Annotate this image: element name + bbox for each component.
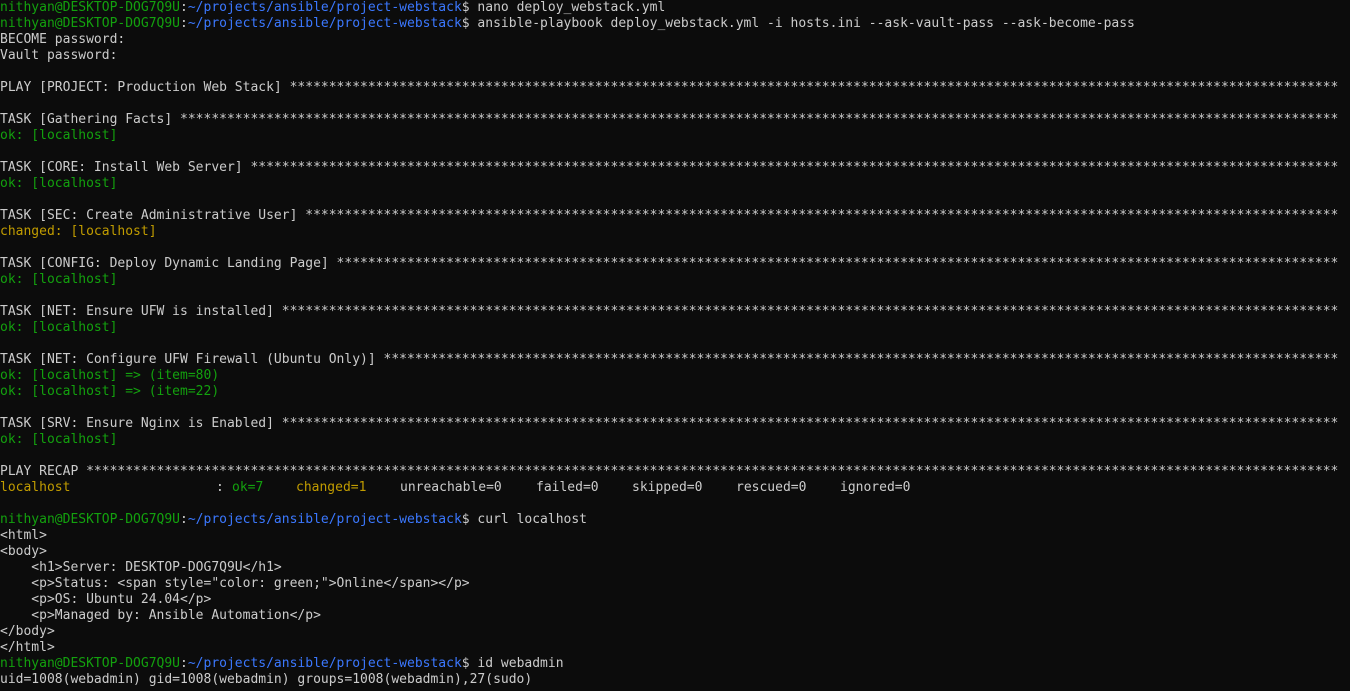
recap-colon: : [216,480,224,495]
command-text: ansible-playbook deploy_webstack.yml -i … [469,16,1135,31]
separator-stars: ****************************************… [281,416,1339,431]
curl-output-line: </body> [0,624,55,639]
task-header: TASK [CONFIG: Deploy Dynamic Landing Pag… [0,256,1350,272]
task-header-text: TASK [NET: Configure UFW Firewall (Ubunt… [0,352,384,367]
task-header-text: TASK [Gathering Facts] [0,112,181,127]
id-output: uid=1008(webadmin) gid=1008(webadmin) gr… [0,672,533,687]
prompt-path: ~/projects/ansible/project-webstack [187,0,462,15]
play-header: PLAY [PROJECT: Production Web Stack] ***… [0,80,1350,96]
separator-stars: ****************************************… [289,80,1339,95]
task-header: TASK [SEC: Create Administrative User] *… [0,208,1350,224]
separator-stars: ****************************************… [336,256,1339,271]
recap-header-text: PLAY RECAP [0,464,87,479]
prompt-symbol: $ [461,512,470,527]
curl-output-line: </html> [0,640,55,655]
prompt-line-nano: nithyan@DESKTOP-DOG7Q9U:~/projects/ansib… [0,0,1350,16]
task-header-text: TASK [CONFIG: Deploy Dynamic Landing Pag… [0,256,337,271]
task-result: ok: [localhost] [0,128,118,143]
command-text: nano deploy_webstack.yml [469,0,666,15]
task-header-text: TASK [SEC: Create Administrative User] [0,208,306,223]
prompt-path: ~/projects/ansible/project-webstack [187,512,462,527]
task-result: ok: [localhost] [0,272,118,287]
command-text: curl localhost [469,512,588,527]
prompt-symbol: $ [461,16,470,31]
task-header: TASK [NET: Configure UFW Firewall (Ubunt… [0,352,1350,368]
prompt-user-host: nithyan@DESKTOP-DOG7Q9U [0,656,181,671]
curl-output-line: <p>OS: Ubuntu 24.04</p> [0,592,212,607]
task-result: ok: [localhost] [0,432,118,447]
recap-changed: changed=1 [296,480,367,495]
recap-unreachable: unreachable=0 [400,480,502,495]
task-header: TASK [CORE: Install Web Server] ********… [0,160,1350,176]
become-password-prompt: BECOME password: [0,32,126,47]
curl-output-line: <body> [0,544,47,559]
task-header-text: TASK [NET: Ensure UFW is installed] [0,304,282,319]
task-list: TASK [Gathering Facts] *****************… [0,112,1350,464]
task-result: ok: [localhost] => (item=80) [0,368,220,383]
prompt-line-curl: nithyan@DESKTOP-DOG7Q9U:~/projects/ansib… [0,512,1350,528]
recap-row: localhost : ok=7 changed=1 unreachable=0… [0,480,1350,496]
curl-output: <html> <body> <h1>Server: DESKTOP-DOG7Q9U… [0,528,1350,656]
prompt-colon: : [180,512,188,527]
curl-output-line: <p>Managed by: Ansible Automation</p> [0,608,321,623]
task-result: ok: [localhost] [0,176,118,191]
command-text: id webadmin [469,656,564,671]
terminal-window[interactable]: nithyan@DESKTOP-DOG7Q9U:~/projects/ansib… [0,0,1350,691]
task-result: changed: [localhost] [0,224,157,239]
prompt-colon: : [180,16,188,31]
recap-host: localhost [0,480,71,495]
task-header: TASK [NET: Ensure UFW is installed] ****… [0,304,1350,320]
prompt-path: ~/projects/ansible/project-webstack [187,656,462,671]
recap-header: PLAY RECAP *****************************… [0,464,1350,480]
play-header-text: PLAY [PROJECT: Production Web Stack] [0,80,290,95]
task-header: TASK [SRV: Ensure Nginx is Enabled] ****… [0,416,1350,432]
recap-skipped: skipped=0 [632,480,703,495]
separator-stars: ****************************************… [305,208,1339,223]
prompt-symbol: $ [461,656,470,671]
task-header-text: TASK [CORE: Install Web Server] [0,160,251,175]
prompt-colon: : [180,0,188,15]
separator-stars: ****************************************… [250,160,1339,175]
recap-rescued: rescued=0 [736,480,807,495]
recap-ignored: ignored=0 [840,480,911,495]
curl-output-line: <html> [0,528,47,543]
vault-password-prompt: Vault password: [0,48,118,63]
task-header: TASK [Gathering Facts] *****************… [0,112,1350,128]
prompt-line-id: nithyan@DESKTOP-DOG7Q9U:~/projects/ansib… [0,656,1350,672]
recap-ok: ok=7 [232,480,264,495]
prompt-path: ~/projects/ansible/project-webstack [187,16,462,31]
separator-stars: ****************************************… [86,464,1339,479]
task-header-text: TASK [SRV: Ensure Nginx is Enabled] [0,416,282,431]
prompt-symbol: $ [461,0,470,15]
separator-stars: ****************************************… [383,352,1339,367]
curl-output-line: <h1>Server: DESKTOP-DOG7Q9U</h1> [0,560,282,575]
prompt-colon: : [180,656,188,671]
task-result: ok: [localhost] [0,320,118,335]
recap-failed: failed=0 [536,480,599,495]
prompt-line-playbook: nithyan@DESKTOP-DOG7Q9U:~/projects/ansib… [0,16,1350,32]
task-result: ok: [localhost] => (item=22) [0,384,220,399]
prompt-user-host: nithyan@DESKTOP-DOG7Q9U [0,0,181,15]
separator-stars: ****************************************… [281,304,1339,319]
curl-output-line: <p>Status: <span style="color: green;">O… [0,576,470,591]
separator-stars: ****************************************… [180,112,1339,127]
prompt-user-host: nithyan@DESKTOP-DOG7Q9U [0,16,181,31]
